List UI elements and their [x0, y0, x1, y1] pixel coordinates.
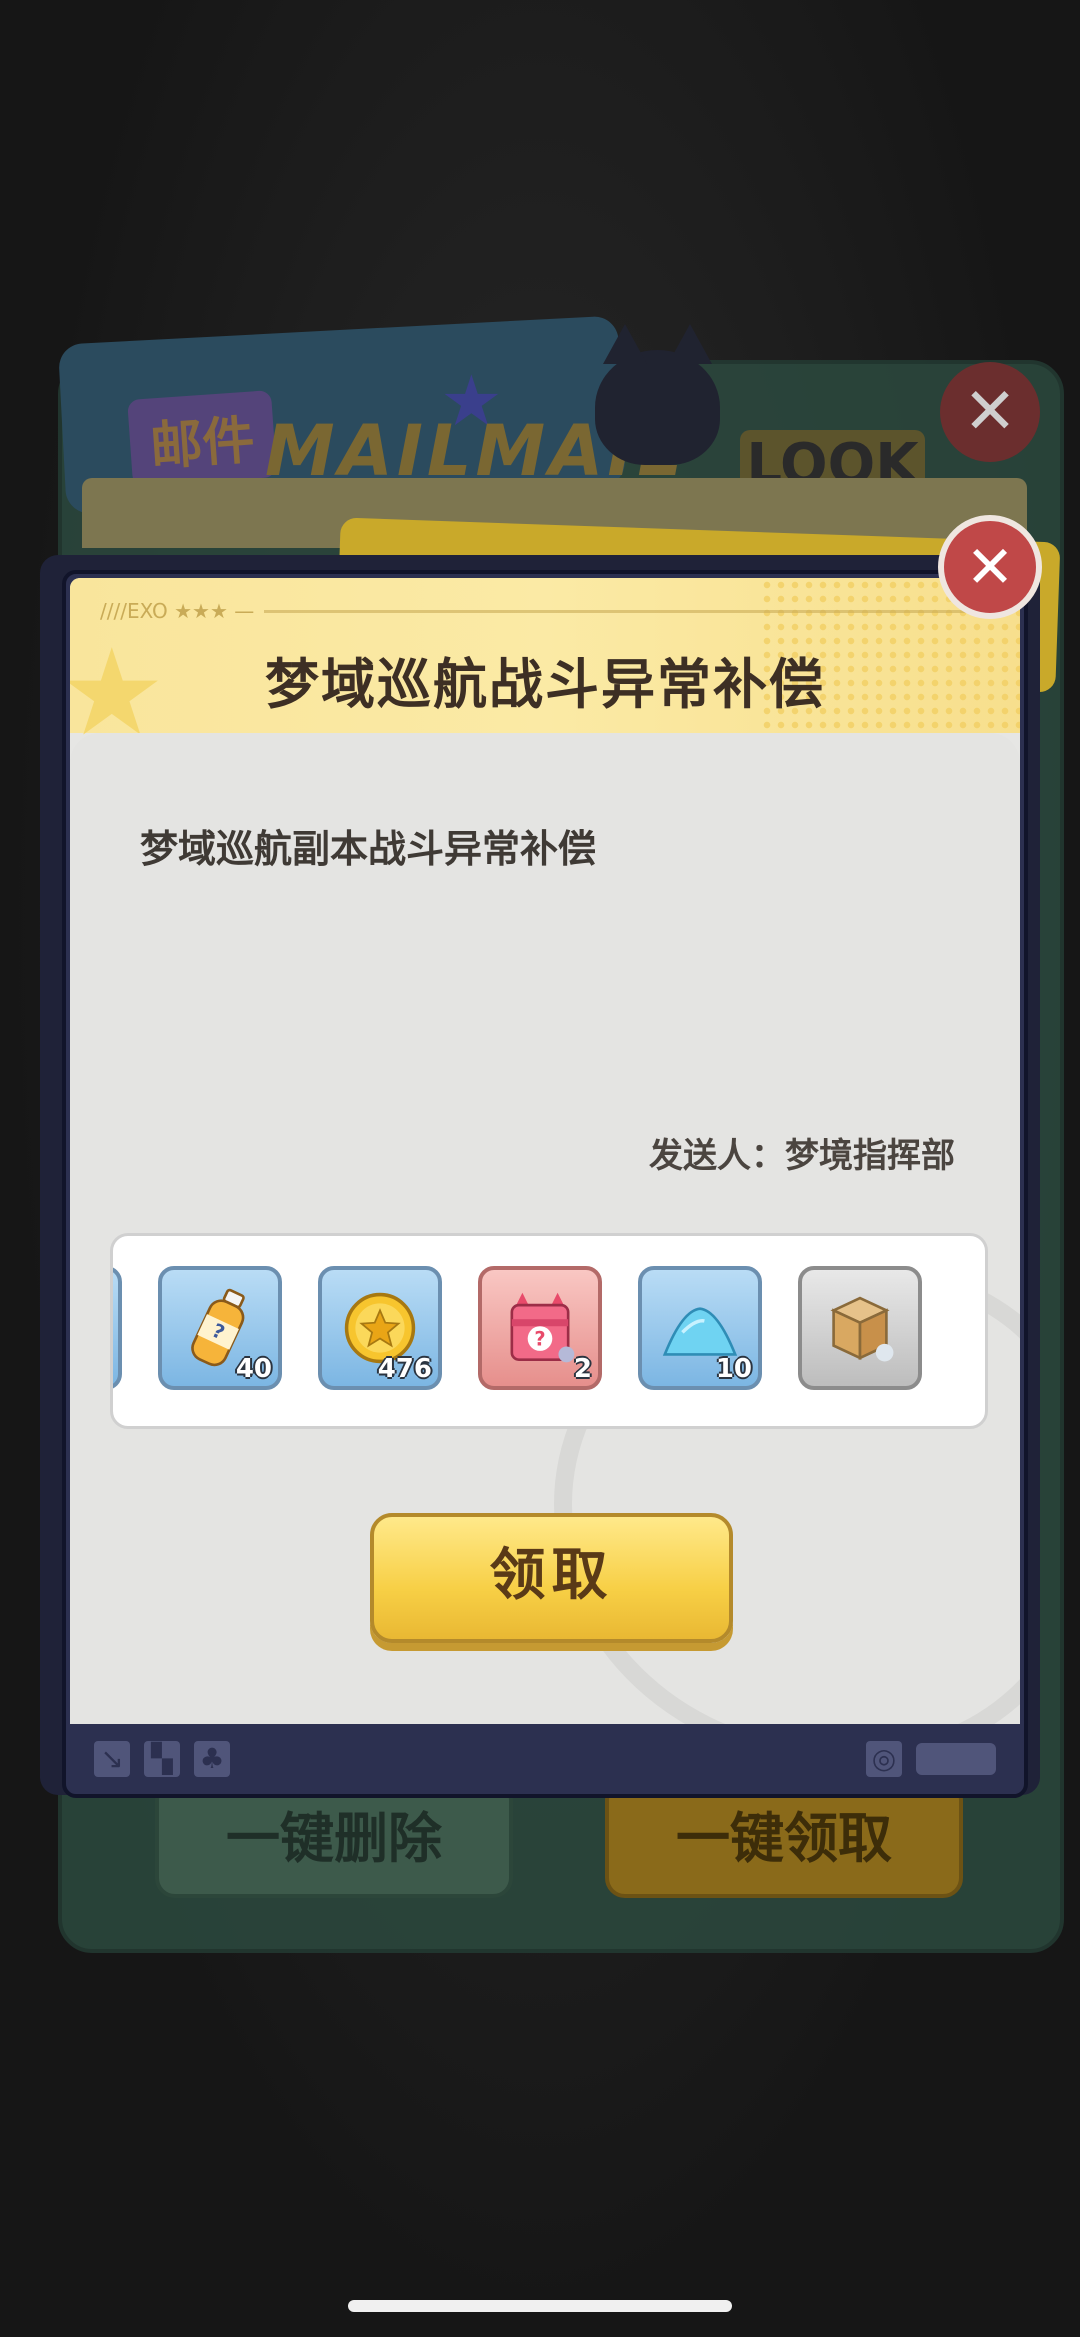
reward-list[interactable]: 2 ? 40: [110, 1233, 988, 1429]
supply-crate-icon: [830, 1296, 894, 1362]
reward-item[interactable]: ? 2: [478, 1266, 602, 1390]
home-indicator[interactable]: [348, 2300, 732, 2312]
mail-message: 梦域巡航副本战斗异常补偿: [140, 827, 597, 871]
reward-track[interactable]: 2 ? 40: [110, 1266, 922, 1390]
reward-item[interactable]: 2: [110, 1266, 122, 1390]
reward-item[interactable]: 476: [318, 1266, 442, 1390]
clover-icon: ♣: [194, 1741, 230, 1777]
reward-item[interactable]: [798, 1266, 922, 1390]
mail-sender: 发送人：梦境指挥部: [649, 1136, 955, 1176]
dialog-footer: ↘ ▚ ♣ ◎: [70, 1728, 1020, 1790]
footer-left-icons: ↘ ▚ ♣: [94, 1741, 230, 1777]
reward-count: 40: [235, 1354, 272, 1384]
header-strip-line: [264, 609, 980, 613]
arrow-icon: ↘: [94, 1741, 130, 1777]
dialog-body: ★ ////EXO ★★★ — 梦域巡航战斗异常补偿 梦域巡航副本战斗异常补偿 …: [70, 578, 1020, 1724]
header-strip-text: ////EXO ★★★ —: [100, 599, 255, 623]
header-deco-strip: ////EXO ★★★ —: [100, 598, 980, 624]
reward-count: 2: [573, 1354, 592, 1384]
dialog-header: ★ ////EXO ★★★ — 梦域巡航战斗异常补偿: [70, 578, 1020, 754]
background-mail-title: 邮件: [127, 390, 277, 487]
close-icon: ✕: [965, 533, 1015, 601]
reward-count: 476: [377, 1354, 432, 1384]
svg-text:?: ?: [534, 1328, 545, 1351]
reward-item[interactable]: 10: [638, 1266, 762, 1390]
reward-count: 2: [110, 1354, 112, 1384]
mystery-gift-box-icon: ?: [510, 1292, 575, 1363]
mail-detail-dialog: ★ ////EXO ★★★ — 梦域巡航战斗异常补偿 梦域巡航副本战斗异常补偿 …: [62, 570, 1028, 1798]
background-close-icon: ✕: [940, 362, 1040, 462]
globe-icon: ◎: [866, 1741, 902, 1777]
card-chip-icon: [916, 1743, 996, 1775]
footer-right-icons: ◎: [866, 1741, 996, 1777]
close-button[interactable]: ✕: [938, 515, 1042, 619]
claim-button[interactable]: 领取: [370, 1513, 733, 1643]
mail-title: 梦域巡航战斗异常补偿: [265, 653, 825, 716]
background-cat-mascot-icon: [595, 324, 720, 465]
checker-icon: ▚: [144, 1741, 180, 1777]
reward-count: 10: [715, 1354, 752, 1384]
reward-item[interactable]: ? 40: [158, 1266, 282, 1390]
